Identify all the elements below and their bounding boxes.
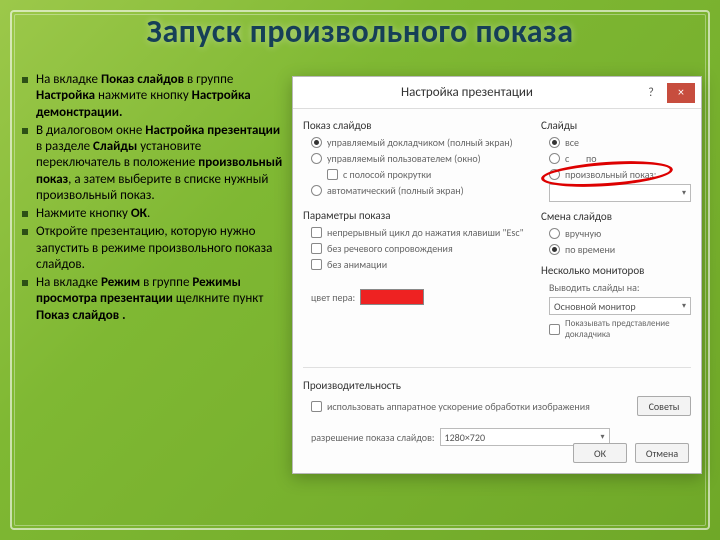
list-item: Откройте презентацию, которую нужно запу…: [22, 224, 287, 273]
monitor-label: Выводить слайды на:: [549, 281, 691, 294]
radio-presenter[interactable]: [311, 137, 322, 148]
check-presenter-view[interactable]: [549, 324, 560, 335]
pen-color-picker[interactable]: [360, 289, 424, 305]
group-monitors: Несколько мониторов: [541, 264, 691, 277]
list-item: На вкладке Режим в группе Режимы просмот…: [22, 275, 287, 324]
group-performance: Производительность: [303, 379, 691, 392]
slide-title: Запуск произвольного показа: [0, 12, 720, 51]
tips-button[interactable]: Советы: [637, 396, 691, 416]
dialog-title: Настройка презентации: [299, 85, 635, 100]
ok-button[interactable]: ОК: [573, 443, 627, 463]
list-item: На вкладке Показ слайдов в группе Настро…: [22, 72, 287, 121]
help-button[interactable]: ?: [637, 83, 665, 103]
close-button[interactable]: ×: [667, 83, 695, 103]
group-slides: Слайды: [541, 119, 691, 132]
group-options: Параметры показа: [303, 209, 533, 222]
radio-browsed[interactable]: [311, 153, 322, 164]
check-no-narration[interactable]: [311, 243, 322, 254]
group-advance: Смена слайдов: [541, 210, 691, 223]
cancel-button[interactable]: Отмена: [635, 443, 689, 463]
bullet-list: На вкладке Показ слайдов в группе Настро…: [22, 72, 287, 326]
radio-range[interactable]: [549, 153, 560, 164]
check-hw-accel[interactable]: [311, 401, 322, 412]
check-no-animation[interactable]: [311, 259, 322, 270]
resolution-label: разрешение показа слайдов:: [311, 431, 435, 444]
check-scrollbar[interactable]: [327, 169, 338, 180]
monitor-dropdown[interactable]: Основной монитор▾: [549, 297, 691, 315]
radio-all[interactable]: [549, 137, 560, 148]
custom-show-dropdown[interactable]: ▾: [549, 184, 691, 202]
dialog-titlebar: Настройка презентации ? ×: [293, 77, 701, 109]
pen-color-label: цвет пера:: [311, 291, 355, 304]
radio-timed[interactable]: [549, 244, 560, 255]
group-show-type: Показ слайдов: [303, 119, 533, 132]
radio-kiosk[interactable]: [311, 185, 322, 196]
check-loop[interactable]: [311, 227, 322, 238]
settings-dialog: Настройка презентации ? × Показ слайдов …: [292, 76, 702, 474]
list-item: Нажмите кнопку ОК.: [22, 206, 287, 222]
radio-manual[interactable]: [549, 228, 560, 239]
list-item: В диалоговом окне Настройка презентации …: [22, 123, 287, 204]
